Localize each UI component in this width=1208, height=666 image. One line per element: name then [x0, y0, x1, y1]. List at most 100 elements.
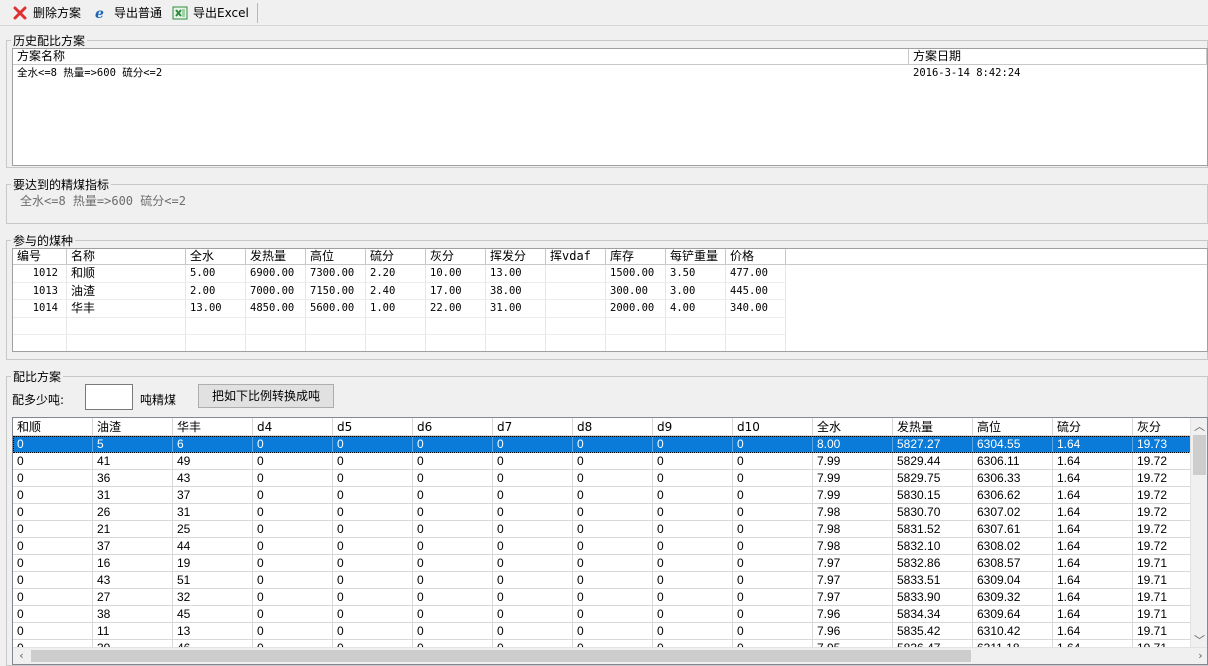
plan-cell[interactable]: 5830.15: [893, 487, 973, 504]
plan-cell[interactable]: 0: [493, 589, 573, 606]
plan-cell[interactable]: 1.64: [1053, 453, 1133, 470]
plan-cell[interactable]: 0: [493, 453, 573, 470]
plan-cell[interactable]: 7.97: [813, 589, 893, 606]
plan-cell[interactable]: 32: [173, 589, 253, 606]
plan-cell[interactable]: 0: [653, 538, 733, 555]
plan-cell[interactable]: 0: [413, 623, 493, 640]
vertical-scroll-thumb[interactable]: [1193, 435, 1206, 475]
plan-cell[interactable]: 0: [733, 589, 813, 606]
plan-cell[interactable]: 0: [493, 555, 573, 572]
plan-cell[interactable]: 0: [13, 606, 93, 623]
plan-cell[interactable]: 31: [173, 504, 253, 521]
plan-cell[interactable]: 37: [93, 538, 173, 555]
plan-cell[interactable]: 5: [93, 436, 173, 453]
plan-cell[interactable]: 0: [493, 606, 573, 623]
history-plans-list[interactable]: 方案名称 方案日期 全水<=8 热量=>600 硫分<=2 2016-3-14 …: [12, 48, 1208, 166]
scroll-up-icon[interactable]: ︿: [1191, 418, 1207, 435]
plan-cell[interactable]: 0: [413, 589, 493, 606]
plan-cell[interactable]: 0: [573, 504, 653, 521]
plan-row[interactable]: 0 43 51 0 0 0 0 0 0 0 7.97 5833.51 6309.04 1.64 19.71: [13, 572, 1207, 589]
plan-cell[interactable]: 0: [13, 487, 93, 504]
plan-cell[interactable]: 19: [173, 555, 253, 572]
coal-row[interactable]: 1014 华丰 13.00 4850.00 5600.00 1.00 22.00 31.00 2…: [13, 300, 1207, 318]
plan-cell[interactable]: 27: [93, 589, 173, 606]
plan-cell[interactable]: 0: [253, 555, 333, 572]
plan-cell[interactable]: 6308.02: [973, 538, 1053, 555]
plan-cell[interactable]: 0: [653, 521, 733, 538]
plan-cell[interactable]: 0: [413, 521, 493, 538]
plan-cell[interactable]: 7.98: [813, 538, 893, 555]
plan-cell[interactable]: 0: [653, 453, 733, 470]
plan-cell[interactable]: 31: [93, 487, 173, 504]
plan-cell[interactable]: 5835.42: [893, 623, 973, 640]
vertical-scrollbar[interactable]: ︿ ﹀: [1190, 418, 1207, 649]
history-col-date[interactable]: 方案日期: [909, 49, 1207, 64]
plan-cell[interactable]: 0: [13, 453, 93, 470]
plan-cell[interactable]: 1.64: [1053, 470, 1133, 487]
plan-cell[interactable]: 6307.61: [973, 521, 1053, 538]
history-col-name[interactable]: 方案名称: [13, 49, 909, 64]
plan-cell[interactable]: 7.99: [813, 470, 893, 487]
coal-col-header[interactable]: 挥vdaf: [546, 249, 606, 264]
export-excel-button[interactable]: 导出Excel: [168, 2, 253, 24]
coal-col-header[interactable]: 全水: [186, 249, 246, 264]
plan-cell[interactable]: 44: [173, 538, 253, 555]
plan-cell[interactable]: 0: [733, 623, 813, 640]
plan-cell[interactable]: 7.96: [813, 623, 893, 640]
plan-col-header[interactable]: 和顺: [13, 418, 93, 435]
plan-cell[interactable]: 6307.02: [973, 504, 1053, 521]
plan-cell[interactable]: 7.99: [813, 487, 893, 504]
plan-cell[interactable]: 21: [93, 521, 173, 538]
plan-cell[interactable]: 5829.44: [893, 453, 973, 470]
plan-cell[interactable]: 0: [13, 521, 93, 538]
coal-col-header[interactable]: 编号: [13, 249, 67, 264]
plan-cell[interactable]: 13: [173, 623, 253, 640]
plan-cell[interactable]: 0: [653, 623, 733, 640]
plan-cell[interactable]: 0: [733, 504, 813, 521]
plan-cell[interactable]: 0: [573, 470, 653, 487]
plan-cell[interactable]: 6306.62: [973, 487, 1053, 504]
plan-cell[interactable]: 0: [733, 606, 813, 623]
plan-cell[interactable]: 5831.52: [893, 521, 973, 538]
plan-cell[interactable]: 51: [173, 572, 253, 589]
plan-cell[interactable]: 0: [413, 504, 493, 521]
plan-cell[interactable]: 0: [333, 606, 413, 623]
plan-row[interactable]: 0 21 25 0 0 0 0 0 0 0 7.98 5831.52 6307.61 1.64 19.72: [13, 521, 1207, 538]
coal-col-header[interactable]: 灰分: [426, 249, 486, 264]
plan-cell[interactable]: 0: [413, 555, 493, 572]
plan-cell[interactable]: 5830.70: [893, 504, 973, 521]
plan-cell[interactable]: 0: [573, 589, 653, 606]
plan-cell[interactable]: 0: [653, 470, 733, 487]
plan-col-header[interactable]: d6: [413, 418, 493, 435]
coal-col-header[interactable]: 每铲重量: [666, 249, 726, 264]
plan-cell[interactable]: 0: [493, 521, 573, 538]
plan-cell[interactable]: 45: [173, 606, 253, 623]
plan-cell[interactable]: 0: [13, 572, 93, 589]
plan-cell[interactable]: 5827.27: [893, 436, 973, 453]
coal-col-header[interactable]: 高位: [306, 249, 366, 264]
plan-col-header[interactable]: 发热量: [893, 418, 973, 435]
plan-cell[interactable]: 6308.57: [973, 555, 1053, 572]
delete-plan-button[interactable]: 删除方案: [8, 2, 85, 24]
plan-cell[interactable]: 11: [93, 623, 173, 640]
plan-col-header[interactable]: d10: [733, 418, 813, 435]
plan-cell[interactable]: 0: [493, 436, 573, 453]
plan-cell[interactable]: 0: [573, 436, 653, 453]
plan-cell[interactable]: 1.64: [1053, 538, 1133, 555]
plan-row-selected[interactable]: 0 5 6 0 0 0 0 0 0 0 8.00 5827.27 6304.55 1.64 19.73: [13, 436, 1207, 453]
plan-row[interactable]: 0 27 32 0 0 0 0 0 0 0 7.97 5833.90 6309.32 1.64 19.71: [13, 589, 1207, 606]
horizontal-scrollbar[interactable]: ‹ ›: [13, 647, 1207, 664]
plan-cell[interactable]: 1.64: [1053, 589, 1133, 606]
plan-cell[interactable]: 0: [333, 470, 413, 487]
plan-col-header[interactable]: d4: [253, 418, 333, 435]
coal-row[interactable]: 1012 和顺 5.00 6900.00 7300.00 2.20 10.00 13.00 15…: [13, 265, 1207, 283]
plan-cell[interactable]: 0: [653, 504, 733, 521]
plan-cell[interactable]: 0: [733, 436, 813, 453]
plan-cell[interactable]: 0: [573, 521, 653, 538]
plan-cell[interactable]: 0: [733, 538, 813, 555]
plan-cell[interactable]: 1.64: [1053, 572, 1133, 589]
plan-cell[interactable]: 0: [493, 504, 573, 521]
plan-cell[interactable]: 1.64: [1053, 623, 1133, 640]
plan-cell[interactable]: 0: [493, 623, 573, 640]
plan-cell[interactable]: 0: [333, 521, 413, 538]
